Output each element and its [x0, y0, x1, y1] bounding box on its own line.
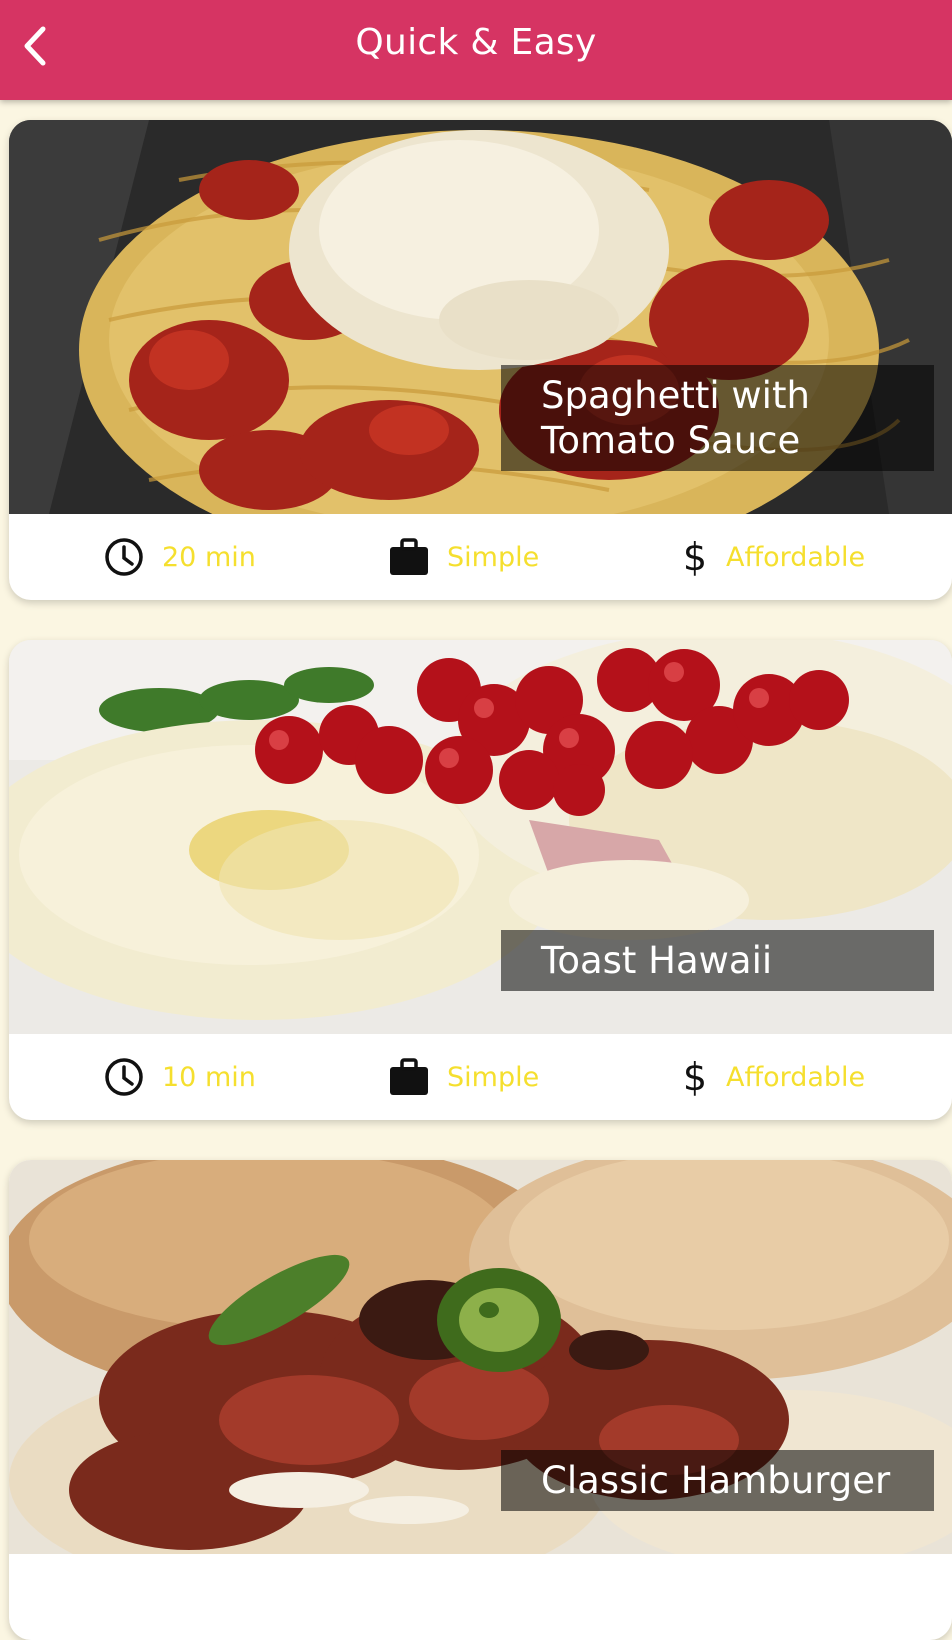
meal-image: Spaghetti with Tomato Sauce: [9, 120, 952, 514]
meal-title: Toast Hawaii: [501, 930, 934, 991]
meal-title: Spaghetti with Tomato Sauce: [501, 365, 934, 471]
complexity-label: Simple: [447, 541, 540, 573]
affordability-info: $ Affordable: [682, 1034, 865, 1120]
dollar-icon: $: [682, 535, 708, 579]
app-bar: Quick & Easy: [0, 0, 952, 100]
clock-icon: [105, 538, 143, 576]
meal-title: Classic Hamburger: [501, 1450, 934, 1511]
duration-info: 20 min: [104, 514, 256, 600]
clock-icon: [105, 1058, 143, 1096]
affordability-info: $ Affordable: [682, 514, 865, 600]
duration-label: 10 min: [162, 1061, 256, 1093]
dollar-icon: $: [682, 1055, 708, 1099]
complexity-label: Simple: [447, 1061, 540, 1093]
affordability-label: Affordable: [726, 1061, 866, 1093]
page-title: Quick & Easy: [355, 22, 597, 63]
complexity-info: Simple: [389, 1034, 539, 1120]
briefcase-icon: [390, 538, 428, 575]
meal-image: Toast Hawaii: [9, 640, 952, 1034]
meal-details: 20 min Simple $ Affordable: [9, 514, 952, 600]
meal-card-classic-hamburger[interactable]: Classic Hamburger: [9, 1160, 952, 1640]
duration-info: 10 min: [104, 1034, 256, 1120]
meal-card-toast-hawaii[interactable]: Toast Hawaii 10 min Simple $ Affordable: [9, 640, 952, 1120]
meal-card-spaghetti[interactable]: Spaghetti with Tomato Sauce 20 min Simpl…: [9, 120, 952, 600]
meal-details: 10 min Simple $ Affordable: [9, 1034, 952, 1120]
duration-label: 20 min: [162, 541, 256, 573]
meal-image: Classic Hamburger: [9, 1160, 952, 1554]
briefcase-icon: [390, 1058, 428, 1095]
complexity-info: Simple: [389, 514, 539, 600]
affordability-label: Affordable: [726, 541, 866, 573]
